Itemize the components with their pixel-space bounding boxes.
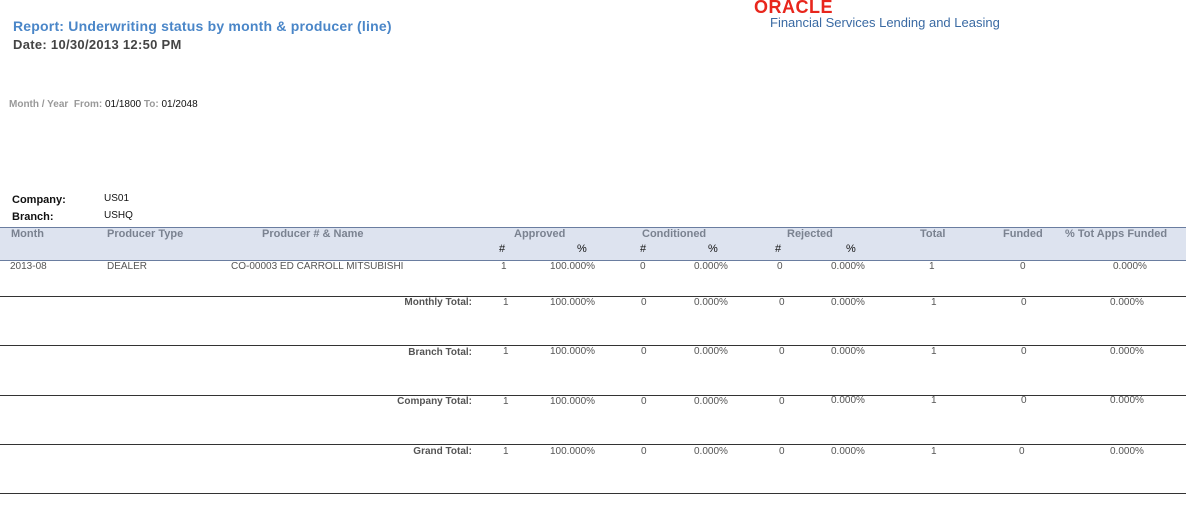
total-rejected-pct: 0.000%: [831, 297, 865, 308]
col-approved-pct: %: [577, 243, 587, 255]
filter-label: Month / Year: [9, 99, 69, 110]
total-rejected-pct: 0.000%: [831, 446, 865, 457]
row-producer-name: CO-00003 ED CARROLL MITSUBISHI: [231, 261, 404, 272]
row-approved-num: 1: [501, 261, 507, 272]
report-title: Report: Underwriting status by month & p…: [13, 18, 392, 34]
total-pct-funded: 0.000%: [1110, 346, 1144, 357]
total-rejected-num: 0: [779, 446, 785, 457]
row-producer-type: DEALER: [107, 261, 148, 272]
total-rejected-pct: 0.000%: [831, 395, 865, 406]
total-funded: 0: [1021, 395, 1027, 406]
product-name: Financial Services Lending and Leasing: [770, 15, 1000, 30]
total-label: Grand Total:: [413, 446, 472, 457]
col-rejected: Rejected: [787, 228, 833, 240]
total-label: Company Total:: [397, 396, 472, 407]
total-pct-funded: 0.000%: [1110, 297, 1144, 308]
total-conditioned-num: 0: [641, 396, 647, 407]
total-approved-num: 1: [503, 297, 509, 308]
row-pct-funded: 0.000%: [1113, 261, 1147, 272]
total-pct-funded: 0.000%: [1110, 446, 1144, 457]
total-approved-num: 1: [503, 346, 509, 357]
total-total: 1: [931, 395, 937, 406]
row-rejected-pct: 0.000%: [831, 261, 865, 272]
divider: [0, 493, 1186, 494]
total-total: 1: [931, 446, 937, 457]
total-approved-num: 1: [503, 446, 509, 457]
total-total: 1: [931, 297, 937, 308]
total-approved-pct: 100.000%: [550, 396, 596, 407]
total-conditioned-num: 0: [641, 446, 647, 457]
col-approved: Approved: [514, 228, 566, 240]
row-conditioned-pct: 0.000%: [694, 261, 728, 272]
total-label: Branch Total:: [408, 347, 472, 358]
total-conditioned-num: 0: [641, 346, 647, 357]
total-approved-pct: 100.000%: [550, 297, 596, 308]
row-rejected-num: 0: [777, 261, 783, 272]
row-conditioned-num: 0: [640, 261, 646, 272]
divider: [0, 444, 1186, 445]
col-pct-funded: % Tot Apps Funded: [1065, 228, 1168, 240]
total-rejected-num: 0: [779, 297, 785, 308]
row-approved-pct: 100.000%: [550, 261, 596, 272]
row-month: 2013-08: [10, 261, 47, 272]
total-approved-pct: 100.000%: [550, 346, 596, 357]
company-value: US01: [104, 193, 130, 204]
total-pct-funded: 0.000%: [1110, 395, 1144, 406]
date-range-filter: Month / Year From: 01/1800 To: 01/2048: [9, 99, 198, 110]
report-date: Date: 10/30/2013 12:50 PM: [13, 37, 182, 52]
total-conditioned-pct: 0.000%: [694, 297, 728, 308]
col-approved-num: #: [499, 243, 506, 255]
col-producer-name: Producer # & Name: [262, 228, 364, 240]
col-conditioned-pct: %: [708, 243, 718, 255]
col-rejected-pct: %: [846, 243, 856, 255]
total-conditioned-num: 0: [641, 297, 647, 308]
total-funded: 0: [1021, 346, 1027, 357]
filter-from-label: From:: [73, 99, 103, 110]
total-funded: 0: [1021, 297, 1027, 308]
col-rejected-num: #: [775, 243, 782, 255]
company-label: Company:: [12, 194, 66, 206]
filter-from-value: 01/1800: [104, 99, 142, 110]
total-conditioned-pct: 0.000%: [694, 346, 728, 357]
total-rejected-pct: 0.000%: [831, 346, 865, 357]
total-rejected-num: 0: [779, 346, 785, 357]
total-label: Monthly Total:: [404, 297, 472, 308]
total-conditioned-pct: 0.000%: [694, 396, 728, 407]
col-conditioned: Conditioned: [642, 228, 707, 240]
total-total: 1: [931, 346, 937, 357]
row-total: 1: [929, 261, 935, 272]
total-funded: 0: [1019, 446, 1025, 457]
col-total: Total: [920, 228, 946, 240]
branch-value: USHQ: [104, 210, 133, 221]
total-conditioned-pct: 0.000%: [694, 446, 728, 457]
branch-label: Branch:: [12, 211, 54, 223]
col-conditioned-num: #: [640, 243, 647, 255]
total-approved-num: 1: [503, 396, 509, 407]
col-month: Month: [11, 228, 44, 240]
col-producer-type: Producer Type: [107, 228, 184, 240]
row-funded: 0: [1020, 261, 1026, 272]
filter-to-value: 01/2048: [161, 99, 198, 110]
col-funded: Funded: [1003, 228, 1043, 240]
total-rejected-num: 0: [779, 396, 785, 407]
filter-to-label: To:: [143, 99, 159, 110]
total-approved-pct: 100.000%: [550, 446, 596, 457]
